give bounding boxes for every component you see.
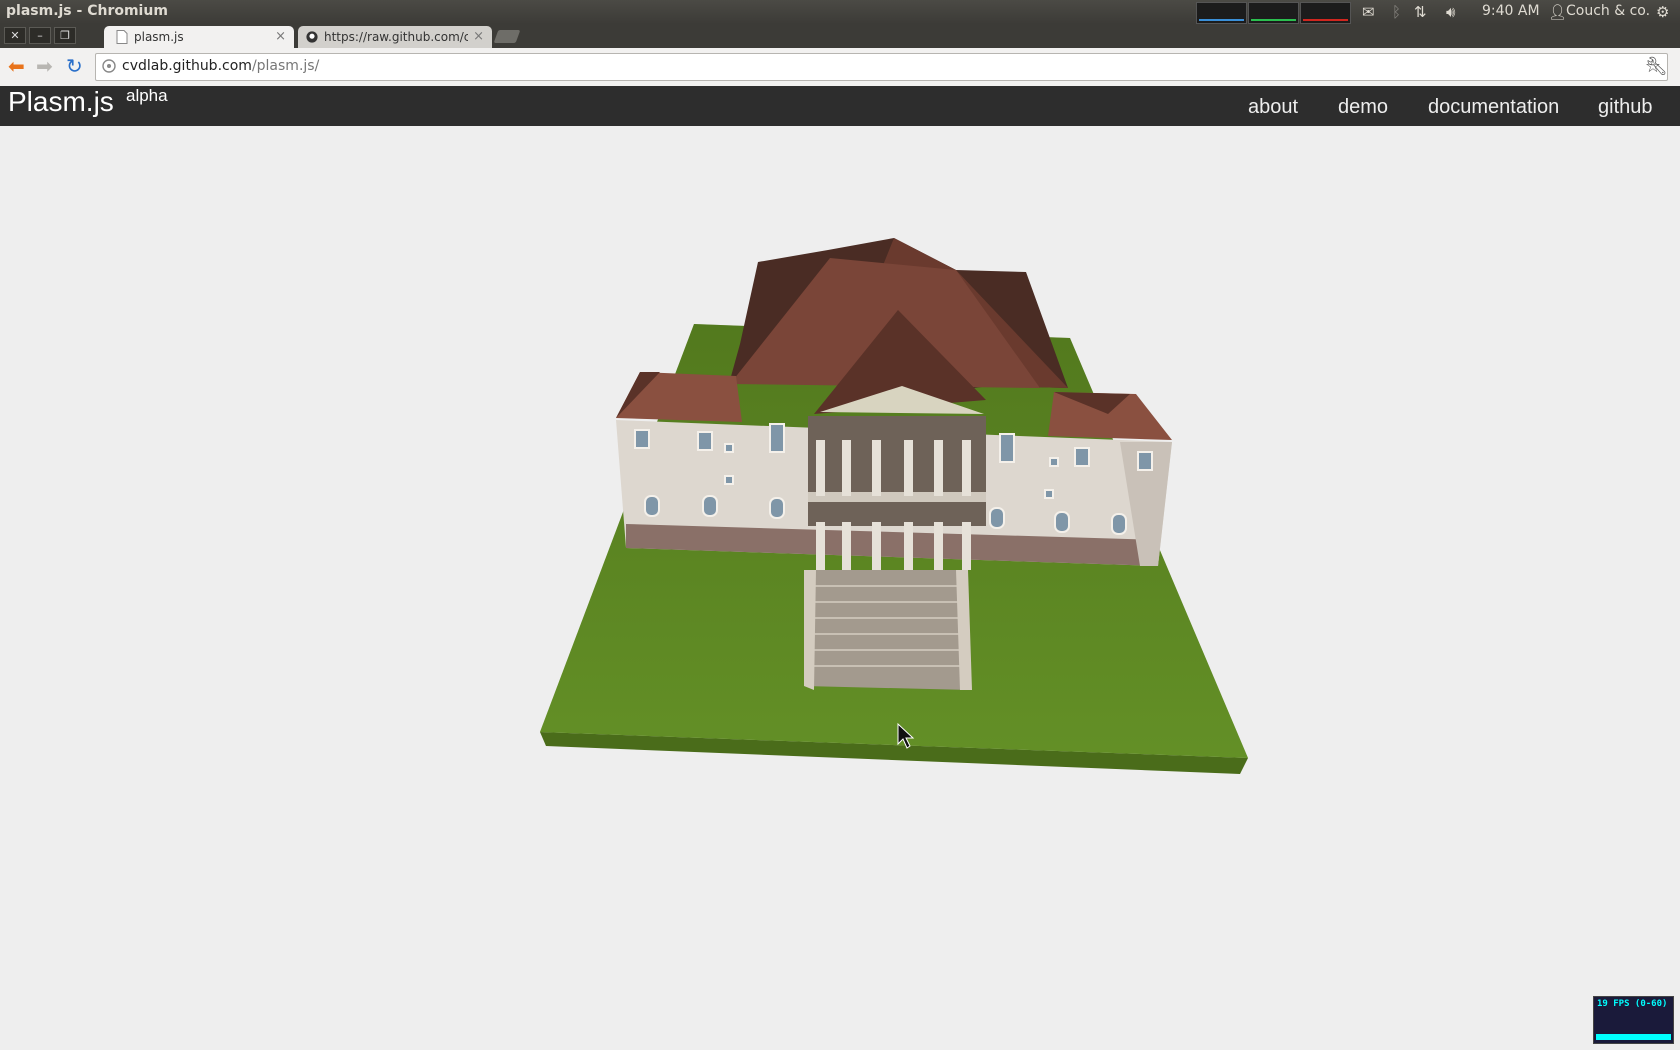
mail-icon[interactable]: ✉ (1362, 3, 1375, 21)
address-bar[interactable]: cvdlab.github.com/plasm.js/ ☆ (95, 53, 1668, 81)
nav-documentation[interactable]: documentation (1428, 96, 1559, 119)
volume-icon[interactable]: 🔊︎ (1446, 3, 1455, 21)
tab-label: https://raw.github.com/cv (324, 30, 468, 44)
memory-monitor-icon[interactable] (1248, 2, 1299, 24)
tab-plasmjs[interactable]: plasm.js × (104, 26, 294, 48)
url-host: cvdlab.github.com (122, 58, 252, 74)
os-top-panel: plasm.js - Chromium ✉ ᛒ ⇅ 🔊︎ 9:40 AM 👤︎ … (0, 0, 1680, 24)
new-tab-button[interactable] (493, 30, 521, 43)
close-tab-icon[interactable]: × (275, 29, 286, 44)
cpu-monitor-icon[interactable] (1196, 2, 1247, 24)
tab-label: plasm.js (134, 30, 184, 44)
github-icon (306, 31, 318, 43)
back-arrow-icon[interactable]: ⬅ (8, 56, 25, 76)
close-tab-icon[interactable]: × (473, 29, 484, 44)
close-window-icon[interactable]: ✕ (4, 27, 26, 44)
nav-about[interactable]: about (1248, 96, 1298, 119)
url-text[interactable]: cvdlab.github.com/plasm.js/ (122, 58, 319, 74)
user-name[interactable]: Couch & co. (1566, 3, 1650, 19)
forward-arrow-icon[interactable]: ➡ (36, 56, 53, 76)
power-gear-icon[interactable]: ⚙ (1656, 3, 1669, 21)
window-title: plasm.js - Chromium (6, 3, 168, 19)
nav-github[interactable]: github (1598, 96, 1653, 119)
url-path: /plasm.js/ (251, 58, 320, 74)
bluetooth-icon[interactable]: ᛒ (1392, 3, 1401, 21)
tab-strip: ✕ – ❐ plasm.js × https://raw.github.com/… (0, 24, 1680, 48)
network-monitor-icon[interactable] (1300, 2, 1351, 24)
globe-icon (102, 59, 116, 73)
wrench-menu-icon[interactable]: 🔧︎ (1645, 56, 1668, 77)
brand-name[interactable]: Plasm.js (8, 86, 114, 118)
user-icon[interactable]: 👤︎ (1548, 3, 1567, 21)
site-navbar: Plasm.js alpha about demo documentation … (0, 86, 1680, 126)
reload-icon[interactable]: ↻ (66, 56, 83, 76)
network-arrows-icon[interactable]: ⇅ (1414, 3, 1427, 21)
tab-github-raw[interactable]: https://raw.github.com/cv × (298, 26, 492, 48)
restore-window-icon[interactable]: ❐ (54, 27, 76, 44)
fps-label: 19 FPS (0-60) (1597, 999, 1668, 1009)
fps-graph (1596, 1034, 1671, 1040)
browser-toolbar: ⬅ ➡ ↻ cvdlab.github.com/plasm.js/ ☆ 🔧︎ (0, 48, 1680, 87)
page-icon (116, 30, 128, 44)
minimize-window-icon[interactable]: – (29, 27, 51, 44)
brand-badge: alpha (126, 86, 168, 105)
villa-staircase (804, 570, 972, 690)
clock[interactable]: 9:40 AM (1482, 3, 1540, 19)
nav-demo[interactable]: demo (1338, 96, 1388, 119)
fps-stats-widget[interactable]: 19 FPS (0-60) (1593, 996, 1674, 1044)
webgl-canvas[interactable] (0, 126, 1680, 1050)
